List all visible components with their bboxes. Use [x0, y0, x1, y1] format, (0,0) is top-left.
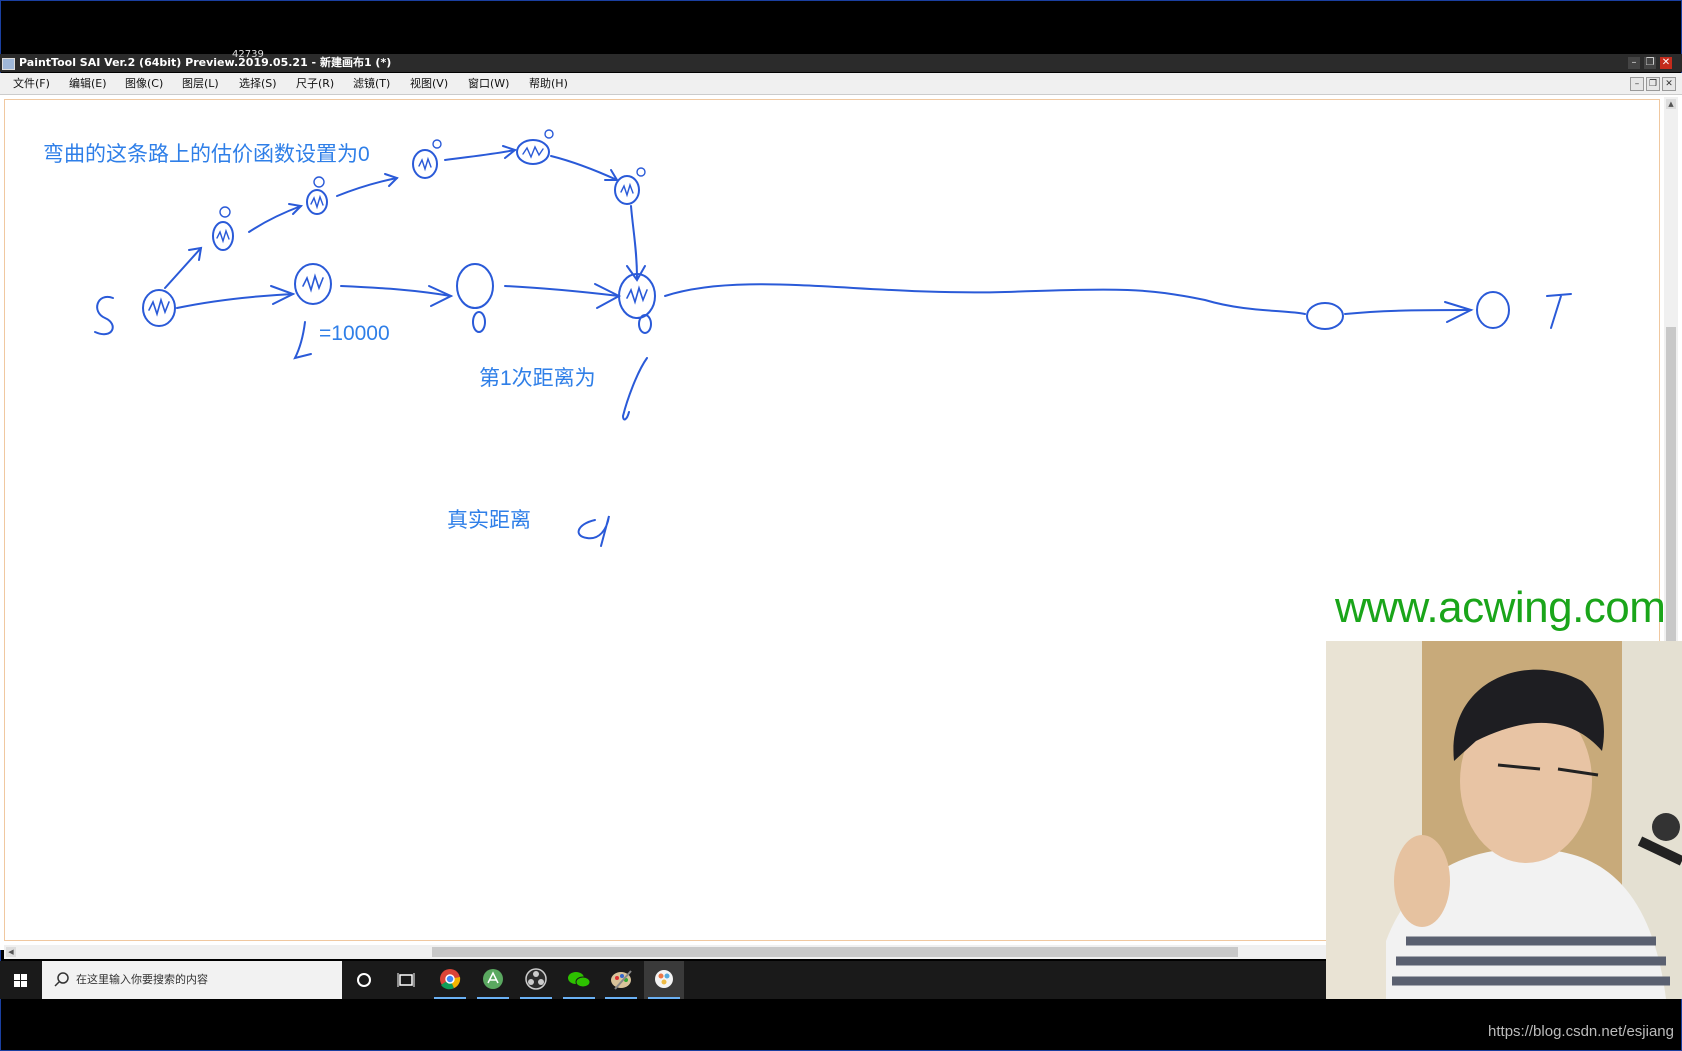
doc-minimize-button[interactable]: –	[1630, 77, 1644, 91]
first-distance-label: 第1次距离为	[479, 367, 596, 390]
heuristic-note: 弯曲的这条路上的估价函数设置为0	[43, 143, 370, 166]
active-indicator	[520, 997, 552, 999]
menu-bar: 文件(F) 编辑(E) 图像(C) 图层(L) 选择(S) 尺子(R) 滤镜(T…	[0, 73, 1682, 94]
menu-image[interactable]: 图像(C)	[125, 73, 163, 94]
horizontal-scroll-thumb[interactable]	[432, 947, 1238, 957]
paint-icon	[611, 970, 632, 990]
taskbar-app-sai[interactable]	[644, 961, 684, 999]
edge-weight-label: =10000	[319, 322, 390, 345]
true-distance-label: 真实距离	[447, 509, 531, 532]
doc-close-button[interactable]: ✕	[1662, 77, 1676, 91]
site-watermark: www.acwing.com	[1335, 583, 1666, 632]
cortana-button[interactable]	[344, 961, 384, 999]
minimize-button[interactable]: –	[1628, 57, 1640, 69]
graph-node	[614, 175, 640, 205]
graph-node	[412, 149, 438, 179]
menu-view[interactable]: 视图(V)	[410, 73, 448, 94]
graph-edge	[248, 205, 302, 233]
source-node-glyph	[94, 295, 114, 336]
app-store-icon	[483, 969, 503, 989]
search-icon	[54, 972, 69, 987]
graph-edge	[176, 293, 294, 309]
graph-node	[306, 189, 328, 215]
close-button[interactable]: ✕	[1660, 57, 1672, 69]
chrome-icon	[440, 969, 461, 990]
scroll-up-icon[interactable]: ▲	[1666, 99, 1676, 109]
distance-glyph	[621, 357, 648, 421]
active-indicator	[434, 997, 466, 999]
footer-url: https://blog.csdn.net/esjiang	[1488, 1023, 1674, 1040]
graph-edge	[1344, 309, 1472, 315]
active-indicator	[648, 997, 680, 999]
restore-button[interactable]: ❐	[1644, 57, 1656, 69]
windows-icon	[14, 974, 27, 987]
menu-layer[interactable]: 图层(L)	[182, 73, 219, 94]
taskbar: 在这里输入你要搜索的内容	[0, 961, 1326, 999]
weight-glyph	[293, 321, 312, 360]
active-indicator	[563, 997, 595, 999]
graph-node	[212, 221, 234, 251]
menu-filter[interactable]: 滤镜(T)	[353, 73, 390, 94]
menu-file[interactable]: 文件(F)	[13, 73, 50, 94]
cursor-readout: 42739	[232, 49, 264, 60]
graph-node	[456, 263, 494, 309]
menu-select[interactable]: 选择(S)	[239, 73, 277, 94]
search-placeholder: 在这里输入你要搜索的内容	[76, 973, 208, 986]
webcam-image	[1326, 641, 1682, 999]
graph-edge	[630, 205, 638, 279]
sai-icon	[655, 970, 673, 988]
menu-edit[interactable]: 编辑(E)	[69, 73, 107, 94]
target-node-glyph	[1546, 293, 1572, 329]
taskbar-app-paint[interactable]	[601, 961, 641, 999]
wechat-icon	[568, 972, 591, 988]
task-view-icon	[397, 973, 415, 987]
taskbar-app-wechat[interactable]	[559, 961, 599, 999]
cortana-icon	[357, 973, 371, 987]
menu-ruler[interactable]: 尺子(R)	[296, 73, 334, 94]
node-scribble	[148, 297, 170, 317]
title-bar: PaintTool SAI Ver.2 (64bit) Preview.2019…	[0, 49, 1682, 72]
scroll-left-icon[interactable]: ◀	[6, 947, 16, 957]
true-distance-glyph	[577, 515, 610, 547]
taskbar-app-store[interactable]	[473, 961, 513, 999]
menu-help[interactable]: 帮助(H)	[529, 73, 568, 94]
horizontal-scrollbar[interactable]: ◀	[4, 945, 1330, 959]
obs-icon	[525, 968, 547, 990]
start-button[interactable]	[0, 961, 40, 999]
graph-node	[1306, 302, 1344, 330]
graph-edge	[336, 177, 398, 197]
active-indicator	[605, 997, 637, 999]
graph-edge	[164, 247, 202, 289]
graph-edge	[664, 283, 1306, 315]
webcam-overlay	[1326, 641, 1682, 999]
graph-node	[1476, 291, 1510, 329]
doc-restore-button[interactable]: ❐	[1646, 77, 1660, 91]
taskbar-app-obs[interactable]	[516, 961, 556, 999]
app-icon	[2, 58, 15, 70]
window-title: PaintTool SAI Ver.2 (64bit) Preview.2019…	[19, 56, 392, 69]
graph-edge	[550, 155, 618, 181]
taskbar-search[interactable]: 在这里输入你要搜索的内容	[42, 961, 342, 999]
taskbar-app-chrome[interactable]	[430, 961, 470, 999]
menu-window[interactable]: 窗口(W)	[468, 73, 509, 94]
active-indicator	[477, 997, 509, 999]
task-view-button[interactable]	[386, 961, 426, 999]
